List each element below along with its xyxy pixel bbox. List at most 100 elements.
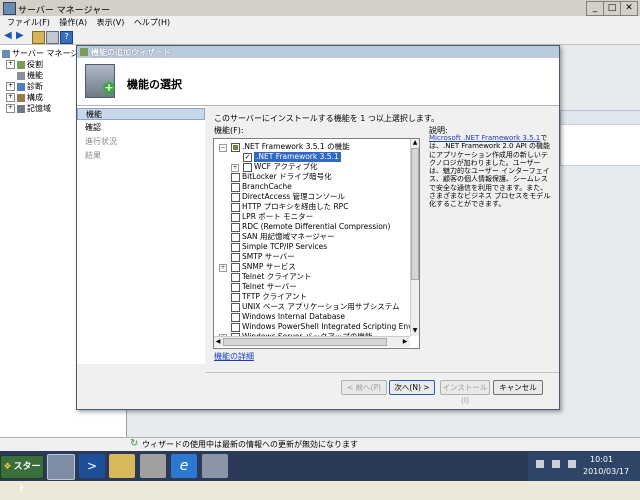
feature-checkbox[interactable] xyxy=(231,203,240,212)
explorer-folder-icon[interactable] xyxy=(109,454,135,478)
feature-checkbox[interactable] xyxy=(243,163,252,172)
feature-row[interactable]: BranchCache xyxy=(214,182,414,192)
hscroll-thumb[interactable] xyxy=(223,338,387,346)
feature-checkbox[interactable] xyxy=(231,223,240,232)
feature-row[interactable]: Telnet クライアント xyxy=(214,272,414,282)
clock-date: 2010/03/17 xyxy=(583,467,630,476)
menu-view[interactable]: 表示(V) xyxy=(97,16,125,29)
expand-icon[interactable]: + xyxy=(6,93,15,102)
network-icon[interactable] xyxy=(552,460,560,468)
up-folder-icon[interactable] xyxy=(32,31,45,44)
tree-item-configuration[interactable]: + 構成 xyxy=(6,92,43,103)
help-icon[interactable]: ? xyxy=(60,31,73,44)
feature-label: RDC (Remote Differential Compression) xyxy=(242,222,391,231)
feature-checkbox[interactable] xyxy=(231,263,240,272)
feature-checkbox[interactable] xyxy=(231,283,240,292)
feature-row[interactable]: + SNMP サービス xyxy=(214,262,414,272)
feature-row[interactable]: SMTP サーバー xyxy=(214,252,414,262)
feature-row[interactable]: Telnet サーバー xyxy=(214,282,414,292)
dotnet-description-link[interactable]: Microsoft .NET Framework 3.5.1 xyxy=(429,134,540,142)
feature-row[interactable]: LPR ポート モニター xyxy=(214,212,414,222)
more-about-features-link[interactable]: 機能の詳細 xyxy=(214,351,254,362)
expand-icon[interactable]: + xyxy=(6,82,15,91)
feature-row[interactable]: Simple TCP/IP Services xyxy=(214,242,414,252)
scroll-left-icon[interactable]: ◀ xyxy=(214,338,222,346)
feature-checkbox[interactable] xyxy=(231,173,240,182)
feature-row[interactable]: − .NET Framework 3.5.1 の機能 xyxy=(214,142,414,152)
scroll-down-icon[interactable]: ▼ xyxy=(411,327,419,335)
maximize-button[interactable]: □ xyxy=(603,1,621,16)
feature-checkbox[interactable]: ✓ xyxy=(243,153,252,162)
scroll-thumb[interactable] xyxy=(411,148,419,280)
feature-label: DirectAccess 管理コンソール xyxy=(242,192,346,201)
expand-icon[interactable]: + xyxy=(231,164,239,172)
feature-label: Simple TCP/IP Services xyxy=(242,242,328,251)
forward-arrow-icon[interactable]: ▶ xyxy=(16,31,27,42)
close-button[interactable]: ✕ xyxy=(620,1,638,16)
wizard-taskbar-icon[interactable] xyxy=(202,454,228,478)
menu-file[interactable]: ファイル(F) xyxy=(7,16,50,29)
install-button[interactable]: インストール(I) xyxy=(440,380,490,405)
features-tree[interactable]: − .NET Framework 3.5.1 の機能 ✓ .NET Framework… xyxy=(213,138,420,349)
menu-action[interactable]: 操作(A) xyxy=(59,16,87,29)
tree-item-features[interactable]: 機能 xyxy=(6,70,43,81)
feature-row[interactable]: + WCF アクティブ化 xyxy=(214,162,414,172)
tree-item-diagnostics[interactable]: + 診断 xyxy=(6,81,43,92)
step-features[interactable]: 機能 xyxy=(77,108,205,120)
show-tree-icon[interactable] xyxy=(46,31,59,44)
tree-item-roles[interactable]: + 役割 xyxy=(6,59,43,70)
feature-label: SMTP サーバー xyxy=(242,252,295,261)
scroll-right-icon[interactable]: ▶ xyxy=(401,338,409,346)
feature-checkbox[interactable] xyxy=(231,183,240,192)
feature-checkbox[interactable] xyxy=(231,313,240,322)
back-arrow-icon[interactable]: ◀ xyxy=(4,31,15,42)
collapse-icon[interactable]: − xyxy=(219,144,227,152)
cancel-button[interactable]: キャンセル xyxy=(493,380,543,395)
flag-icon[interactable] xyxy=(536,460,544,468)
feature-row[interactable]: UNIX ベース アプリケーション用サブシステム xyxy=(214,302,414,312)
wizard-title: 機能の追加ウィザード xyxy=(91,48,171,57)
expand-icon[interactable]: + xyxy=(6,104,15,113)
feature-label: WCF アクティブ化 xyxy=(254,162,318,171)
tools-icon[interactable] xyxy=(140,454,166,478)
wizard-header: + 機能の選択 xyxy=(77,58,559,106)
menu-help[interactable]: ヘルプ(H) xyxy=(134,16,170,29)
features-vertical-scrollbar[interactable]: ▲ ▼ xyxy=(410,139,419,336)
roles-icon xyxy=(17,60,25,69)
back-button[interactable]: < 前へ(P) xyxy=(341,380,387,395)
step-confirmation[interactable]: 確認 xyxy=(77,122,205,134)
features-horizontal-scrollbar[interactable]: ◀ ▶ xyxy=(214,336,410,347)
feature-checkbox[interactable] xyxy=(231,323,240,332)
feature-row[interactable]: Windows Internal Database xyxy=(214,312,414,322)
feature-row[interactable]: TFTP クライアント xyxy=(214,292,414,302)
tree-item-storage[interactable]: + 記憶域 xyxy=(6,103,51,114)
feature-row[interactable]: ✓ .NET Framework 3.5.1 xyxy=(214,152,414,162)
feature-checkbox[interactable] xyxy=(231,143,240,152)
feature-checkbox[interactable] xyxy=(231,243,240,252)
internet-explorer-icon[interactable]: e xyxy=(171,454,197,478)
feature-row[interactable]: Windows PowerShell Integrated Scripting … xyxy=(214,322,419,332)
feature-checkbox[interactable] xyxy=(231,303,240,312)
storage-icon xyxy=(17,104,25,113)
start-button[interactable]: ❖ スタート xyxy=(0,455,44,494)
feature-checkbox[interactable] xyxy=(231,273,240,282)
volume-icon[interactable] xyxy=(568,460,576,468)
feature-row[interactable]: HTTP プロキシを経由した RPC xyxy=(214,202,414,212)
tree-root[interactable]: サーバー マネージャ xyxy=(2,48,86,59)
feature-checkbox[interactable] xyxy=(231,293,240,302)
feature-checkbox[interactable] xyxy=(231,253,240,262)
feature-checkbox[interactable] xyxy=(231,213,240,222)
scroll-up-icon[interactable]: ▲ xyxy=(411,139,419,147)
feature-checkbox[interactable] xyxy=(231,193,240,202)
feature-row[interactable]: DirectAccess 管理コンソール xyxy=(214,192,414,202)
expand-icon[interactable]: + xyxy=(219,264,227,272)
next-button[interactable]: 次へ(N) > xyxy=(389,380,435,395)
server-manager-taskbar-icon[interactable] xyxy=(47,454,75,480)
feature-row[interactable]: SAN 用記憶域マネージャー xyxy=(214,232,414,242)
expand-icon[interactable]: + xyxy=(6,60,15,69)
minimize-button[interactable]: _ xyxy=(586,1,604,16)
feature-row[interactable]: BitLocker ドライブ暗号化 xyxy=(214,172,414,182)
powershell-icon[interactable]: > xyxy=(79,454,105,478)
feature-checkbox[interactable] xyxy=(231,233,240,242)
feature-row[interactable]: RDC (Remote Differential Compression) xyxy=(214,222,414,232)
